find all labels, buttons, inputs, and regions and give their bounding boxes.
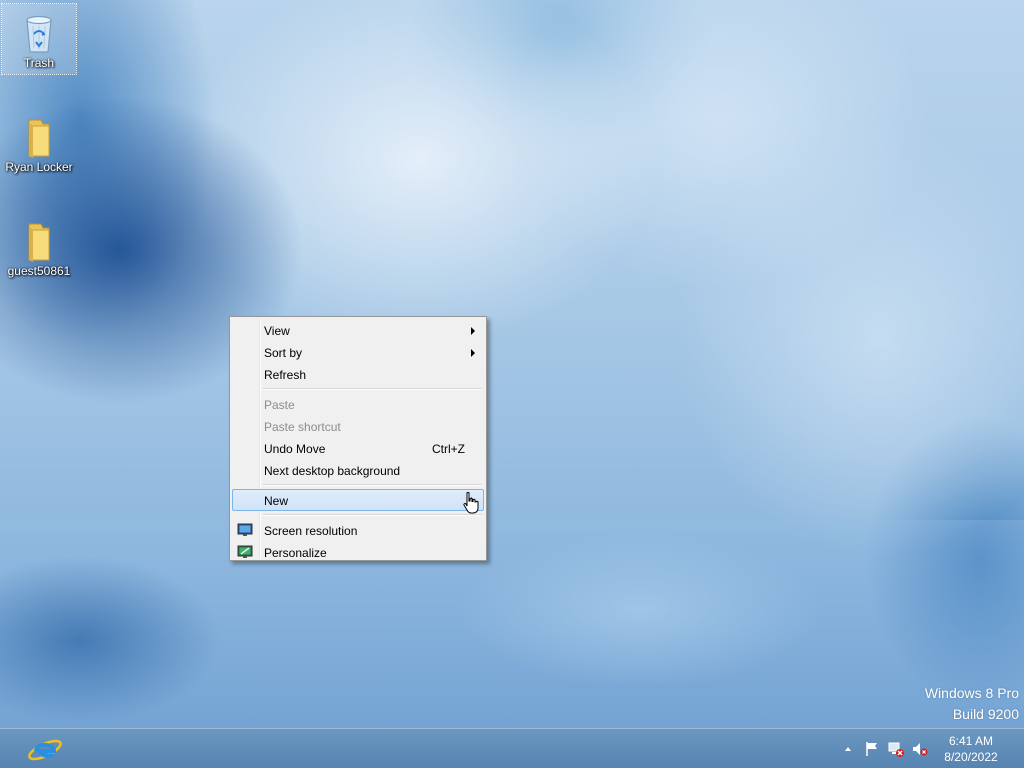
menu-separator — [263, 484, 482, 486]
menu-item-label: View — [264, 324, 290, 338]
submenu-arrow-icon — [471, 327, 475, 335]
menu-item-label: Paste — [264, 398, 295, 412]
menu-item-personalize[interactable]: Personalize — [232, 541, 484, 563]
desktop-icon-label: Ryan Locker — [5, 160, 73, 174]
clock-date: 8/20/2022 — [944, 750, 998, 764]
menu-separator — [263, 514, 482, 516]
menu-item-shortcut: Ctrl+Z — [432, 442, 465, 456]
hand-pointer-cursor-icon — [463, 492, 479, 514]
submenu-arrow-icon — [471, 349, 475, 357]
folder-icon — [28, 119, 50, 158]
desktop-context-menu: View Sort by Refresh Paste Paste shortcu… — [229, 316, 487, 561]
desktop-icon-label: guest50861 — [7, 264, 71, 278]
menu-item-undo-move[interactable]: Undo Move Ctrl+Z — [232, 437, 484, 459]
desktop-icon-label: Trash — [23, 56, 55, 70]
menu-item-label: New — [264, 494, 289, 508]
wallpaper-reflection — [0, 520, 1024, 728]
personalize-icon — [237, 545, 253, 558]
windows-build-watermark: Windows 8 Pro Build 9200 — [925, 683, 1019, 725]
recycle-bin-icon — [26, 15, 52, 53]
network-disconnected-icon[interactable] — [888, 741, 904, 757]
menu-item-refresh[interactable]: Refresh — [232, 363, 484, 385]
menu-item-view[interactable]: View — [232, 319, 484, 341]
watermark-build: Build 9200 — [952, 706, 1019, 722]
menu-item-label: Refresh — [264, 368, 307, 382]
folder-icon — [28, 223, 50, 262]
system-tray: 6:41 AM 8/20/2022 — [824, 729, 1024, 768]
show-hidden-icons-chevron-icon[interactable] — [844, 745, 852, 753]
menu-separator — [263, 388, 482, 390]
desktop-icon-guest50861[interactable]: guest50861 — [2, 212, 76, 278]
menu-item-paste-shortcut: Paste shortcut — [232, 415, 484, 437]
watermark-edition: Windows 8 Pro — [924, 685, 1019, 701]
menu-item-label: Screen resolution — [264, 524, 358, 538]
desktop[interactable]: Trash Ryan Locker guest50861 View Sort b… — [0, 0, 1024, 768]
taskbar-clock[interactable]: 6:41 AM 8/20/2022 — [936, 733, 1006, 765]
desktop-icon-trash[interactable]: Trash — [1, 3, 77, 75]
desktop-icon-ryan-locker[interactable]: Ryan Locker — [2, 108, 76, 174]
internet-explorer-icon — [28, 739, 62, 761]
menu-item-next-desktop-background[interactable]: Next desktop background — [232, 459, 484, 481]
menu-item-label: Sort by — [264, 346, 303, 360]
menu-item-new[interactable]: New — [232, 489, 484, 511]
clock-time: 6:41 AM — [948, 734, 994, 748]
volume-muted-icon[interactable] — [912, 741, 928, 757]
taskbar: 6:41 AM 8/20/2022 — [0, 728, 1024, 768]
menu-item-label: Personalize — [264, 546, 327, 560]
action-center-flag-icon[interactable] — [864, 741, 880, 757]
menu-item-screen-resolution[interactable]: Screen resolution — [232, 519, 484, 541]
taskbar-internet-explorer-button[interactable] — [20, 731, 70, 767]
menu-item-label: Undo Move — [264, 442, 326, 456]
menu-item-sort-by[interactable]: Sort by — [232, 341, 484, 363]
menu-item-label: Next desktop background — [264, 464, 401, 478]
menu-item-paste: Paste — [232, 393, 484, 415]
screen-resolution-icon — [237, 523, 253, 536]
menu-item-label: Paste shortcut — [264, 420, 341, 434]
